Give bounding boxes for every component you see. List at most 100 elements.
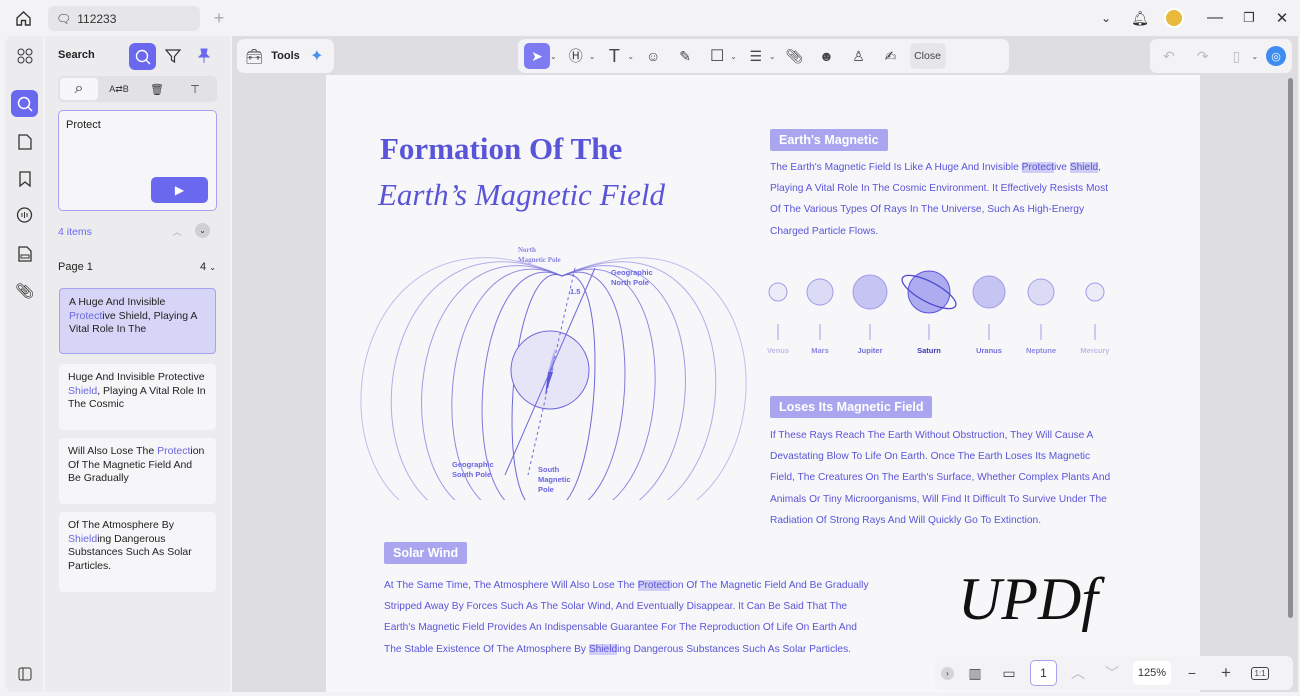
filter-icon[interactable] [163,46,183,66]
ai-assistant-icon[interactable]: ◎ [1266,46,1286,66]
bookmark-icon[interactable] [11,165,38,192]
search-panel: Search ⌕ A⇄B 🗑︎ ⊤ Protect ▶ 4 items ︿ ⌄ … [45,36,230,692]
scrollbar[interactable] [1288,78,1293,618]
next-result-button[interactable]: ⌄ [195,223,210,238]
text-line: Charged Particle Flows. [770,221,1108,242]
bell-icon[interactable]: 🔔︎ [1131,8,1149,28]
pencil-icon[interactable]: ✎ [672,43,698,69]
text-line: Animals Or Tiny Microorganisms, Will Fin… [770,489,1110,510]
text-segment: A Huge And Invisible [69,296,166,308]
sidebar-toggle-icon[interactable] [11,660,38,687]
text-line: If These Rays Reach The Earth Without Ob… [770,425,1110,446]
stamp-icon[interactable]: ♙ [846,43,872,69]
label-line: South Pole [452,470,492,479]
text-line: Field, The Creatures On The Earth's Surf… [770,467,1110,488]
new-tab-button[interactable]: + [210,8,228,28]
planet-label: Neptune [1026,346,1056,355]
tools-group: 🧰︎ Tools ✦ [237,39,334,73]
chevron-down-icon[interactable]: ⌄ [550,52,557,61]
replace-icon[interactable]: A⇄B [100,78,138,100]
text-icon[interactable]: T [601,43,627,69]
sticker-icon[interactable]: ☻ [814,43,840,69]
text-segment: The Earth's Magnetic Field Is Like A Hug… [770,162,1022,173]
text-segment: Devastating Blow To Life On Earth. Once … [770,451,1091,463]
tools-button[interactable]: Tools [271,50,300,62]
zoom-out-button[interactable]: − [1179,660,1205,686]
chevron-down-icon[interactable]: ⌄ [1251,52,1258,61]
expand-icon[interactable]: › [941,666,954,680]
planet-neptune [1027,278,1055,306]
page-number-input[interactable]: 1 [1030,660,1057,686]
form-icon[interactable] [11,240,38,267]
delete-icon[interactable]: 🗑︎ [138,78,176,100]
search-icon[interactable]: ⌕ [60,78,98,100]
text-line: Playing A Vital Role In The Cosmic Envir… [770,178,1108,199]
close-window-button[interactable]: ✕ [1273,8,1291,28]
updf-logo: UPDf [958,566,1098,632]
text-segment: Stripped Away By Forces Such As The Sola… [384,601,848,613]
avatar[interactable] [1164,8,1184,28]
chevron-down-icon[interactable]: ⌄ [769,52,776,61]
match-highlight: Protect [157,445,191,457]
page-icon[interactable] [11,128,38,155]
planet-row [768,270,1105,340]
rectangle-icon[interactable]: ☐ [704,43,730,69]
two-page-view-icon[interactable]: ▥ [962,660,988,686]
search-icon[interactable] [11,90,38,117]
match-highlight: Shield [68,532,98,545]
redo-icon[interactable]: ↷ [1190,43,1216,69]
previous-result-button[interactable]: ︿ [171,224,183,238]
zoom-level[interactable]: 125% [1133,661,1171,685]
document-tab[interactable]: 🗨 112233 [48,6,200,31]
text-segment: Animals Or Tiny Microorganisms, Will Fin… [770,493,1107,505]
chevron-down-icon[interactable]: ⌄ [627,52,634,61]
zoom-in-button[interactable]: + [1213,660,1239,686]
previous-page-button[interactable]: ︿ [1065,660,1091,686]
label-line: Magnetic Pole [518,256,561,264]
label-line: Magnetic [538,475,571,484]
match-highlight: Shield [68,384,98,397]
ai-search-button[interactable] [129,43,156,70]
text-segment: If These Rays Reach The Earth Without Ob… [770,430,1094,441]
note-icon[interactable]: ☺ [640,43,666,69]
redact-icon[interactable]: ⊤ [176,78,214,100]
search-input[interactable]: Protect ▶ [58,110,217,211]
text-line: The Earth's Magnetic Field Is Like A Hug… [770,157,1108,178]
search-result-item[interactable]: Will Also Lose The Protection Of The Mag… [59,438,216,504]
close-toolbar-button[interactable]: Close [909,43,946,69]
section-heading: Solar Wind [384,542,468,564]
select-cursor-icon[interactable]: ➤ [524,43,550,69]
search-submit-button[interactable]: ▶ [151,177,208,203]
highlight-icon[interactable]: Ⓗ [563,43,589,69]
maximize-button[interactable]: ❐ [1240,8,1258,28]
search-result-item[interactable]: Of The Atmosphere By Shielding Dangerous… [59,512,216,592]
home-icon[interactable] [12,8,34,28]
actual-size-button[interactable]: 1:1 [1247,660,1273,686]
attachment-icon[interactable]: 📎︎ [11,277,38,304]
thumbnails-icon[interactable] [11,42,38,69]
presentation-icon[interactable]: ▭ [996,660,1022,686]
attachment-icon[interactable]: 📎︎ [782,43,808,69]
search-result-item[interactable]: A Huge And Invisible Protective Shield, … [59,288,216,354]
pin-icon[interactable] [194,46,214,66]
page-group-toggle[interactable]: 4 ⌄ [200,261,216,273]
ai-sparkle-icon[interactable]: ✦ [306,43,328,69]
signature-icon[interactable]: ✍︎ [878,43,904,69]
measure-icon[interactable]: ☰ [743,43,769,69]
undo-icon[interactable]: ↶ [1156,43,1182,69]
chevron-down-icon[interactable]: ⌄ [589,52,596,61]
search-result-item[interactable]: Huge And Invisible Protective Shield, Pl… [59,364,216,430]
chevron-down-icon[interactable]: ⌄ [1097,9,1115,27]
page-group-label: Page 1 [58,261,93,273]
toolbox-icon[interactable]: 🧰︎ [243,43,265,69]
next-page-button[interactable]: ﹀ [1099,660,1125,686]
chevron-down-icon[interactable]: ⌄ [730,52,737,61]
label-line: Geographic [611,268,653,277]
label-line: Pole [538,485,554,494]
label-line: Geographic [452,460,494,469]
south-magnetic-pole-label: South Magnetic Pole [538,465,571,495]
save-icon[interactable]: ▯ [1224,43,1250,69]
title-bar: 🗨 112233 + ⌄ 🔔︎ — ❐ ✕ [0,0,1300,36]
minimize-button[interactable]: — [1206,8,1224,28]
comment-icon[interactable] [11,202,38,229]
